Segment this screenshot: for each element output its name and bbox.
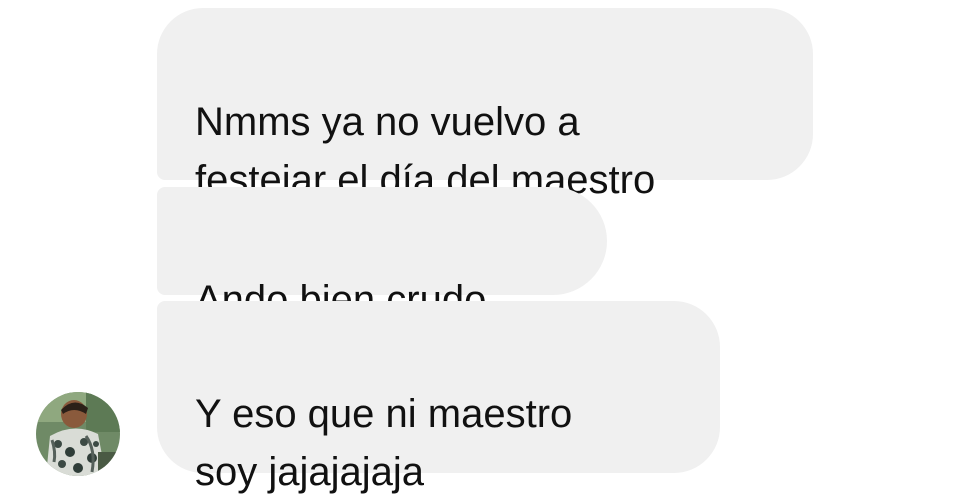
message-bubble[interactable]: Nmms ya no vuelvo a festejar el día del …	[157, 8, 813, 202]
message-bubble[interactable]: Ando bien crudo	[157, 187, 607, 322]
message-text: Y eso que ni maestro soy jajajajaja	[195, 392, 573, 494]
message-bubble[interactable]: Y eso que ni maestro soy jajajajaja	[157, 301, 720, 494]
user-photo-avatar-icon	[36, 392, 120, 476]
sender-avatar[interactable]	[36, 392, 120, 476]
